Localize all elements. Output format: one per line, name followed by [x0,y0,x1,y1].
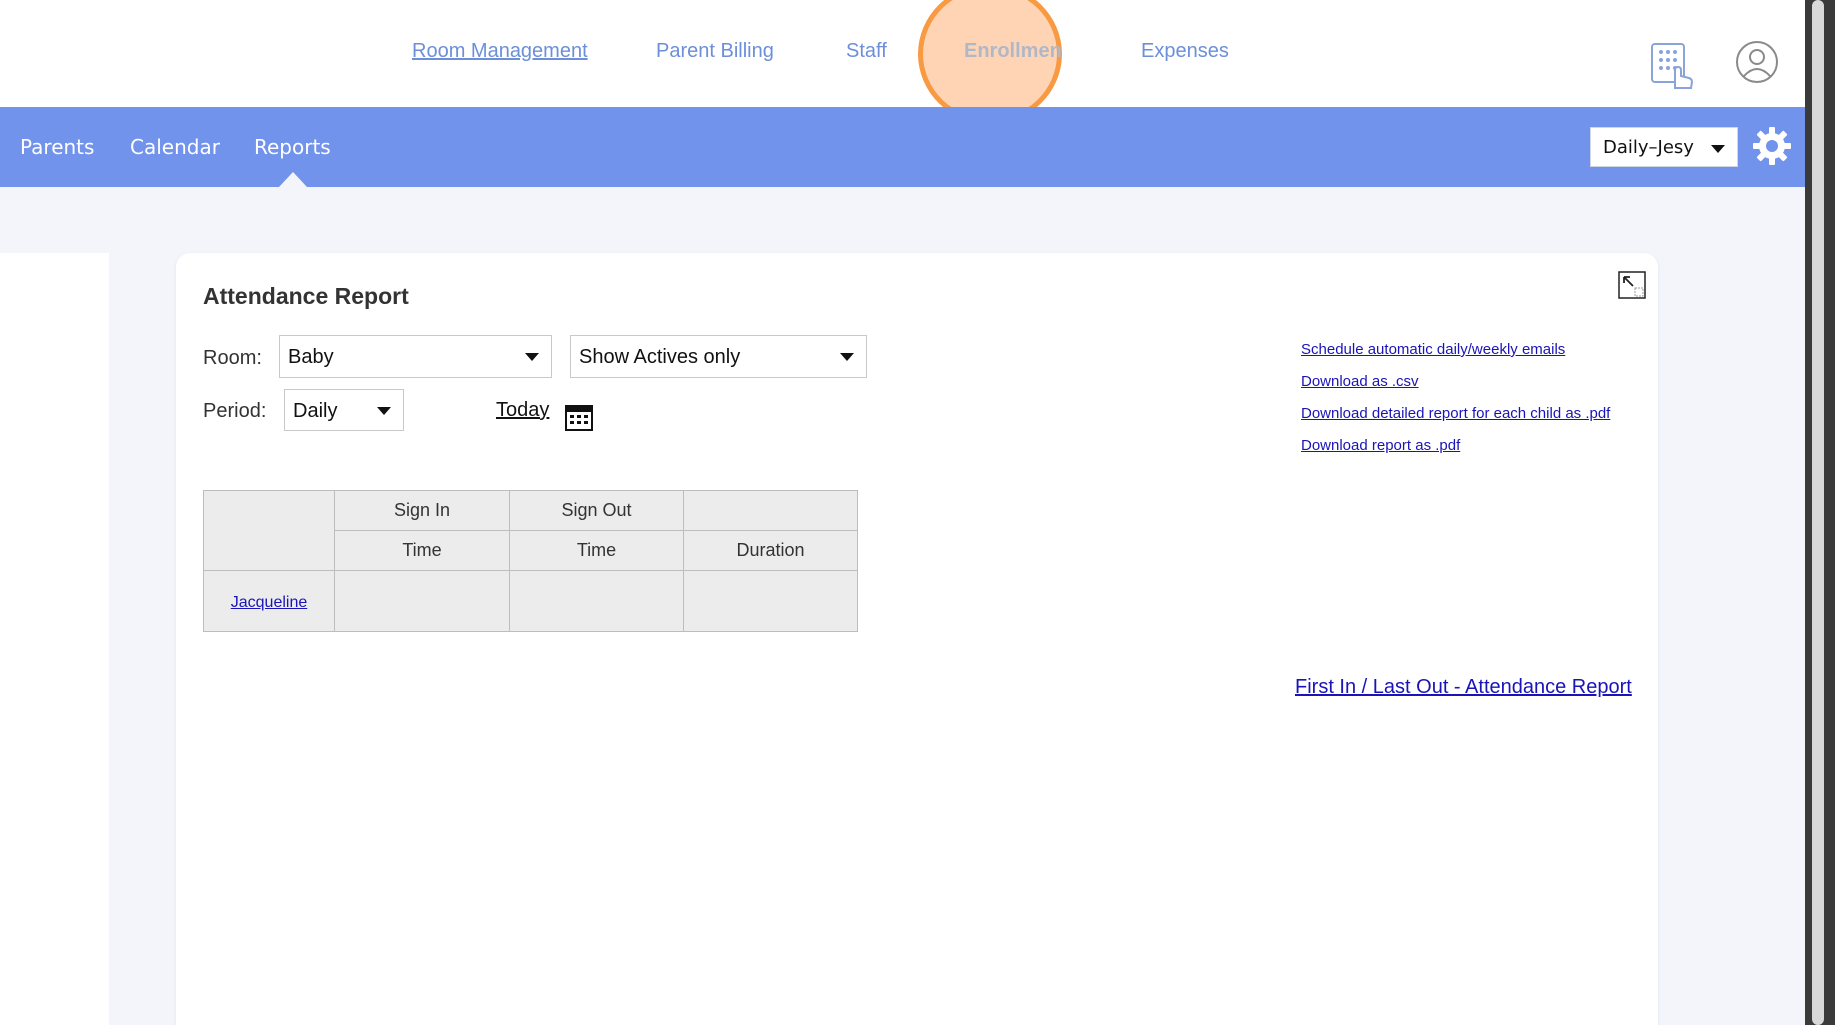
subnav-calendar[interactable]: Calendar [130,135,220,159]
nav-enrollment[interactable]: Enrollmen [964,40,1062,63]
download-csv-link[interactable]: Download as .csv [1301,373,1419,390]
chevron-down-icon [840,353,854,361]
status-filter-select[interactable]: Show Actives only [570,335,867,378]
child-name-link[interactable]: Jacqueline [231,594,308,611]
expand-icon[interactable] [1617,270,1647,300]
first-in-last-out-link[interactable]: First In / Last Out - Attendance Report [1295,676,1632,699]
kiosk-keypad-icon[interactable] [1651,42,1695,90]
room-label: Room: [203,347,262,369]
status-filter-value: Show Actives only [579,346,741,368]
download-report-pdf-link[interactable]: Download report as .pdf [1301,437,1460,454]
table-subheader-duration: Duration [683,530,858,571]
period-select[interactable]: Daily [284,389,404,431]
chevron-down-icon [377,407,391,415]
chevron-down-icon [1711,145,1725,153]
nav-expenses[interactable]: Expenses [1141,40,1229,63]
nav-staff[interactable]: Staff [846,40,887,63]
subnav-reports[interactable]: Reports [254,135,331,159]
room-select[interactable]: Baby [279,335,552,378]
center-select[interactable]: Daily–Jesy [1590,127,1738,167]
top-navigation: Room Management Parent Billing Staff Enr… [0,0,1805,124]
subnav-parents[interactable]: Parents [20,135,94,159]
schedule-emails-link[interactable]: Schedule automatic daily/weekly emails [1301,341,1565,358]
nav-parent-billing[interactable]: Parent Billing [656,40,774,63]
room-select-value: Baby [288,346,334,368]
center-select-value: Daily–Jesy [1603,137,1694,158]
user-icon[interactable] [1735,40,1779,84]
table-header-empty [203,490,335,571]
table-cell-sign-out [509,570,684,632]
scrollbar-thumb[interactable] [1812,0,1824,1025]
attendance-table: Sign In Sign Out Time Time Duration Jacq… [203,490,858,632]
nav-room-management[interactable]: Room Management [412,40,588,63]
table-cell-duration [683,570,858,632]
table-subheader-sign-in-time: Time [334,530,510,571]
table-header-blank [683,490,858,531]
active-tab-caret [279,172,307,187]
gear-icon[interactable] [1752,126,1792,166]
table-header-row: Sign In Sign Out [203,490,858,571]
period-select-value: Daily [293,400,338,422]
left-panel [0,253,109,1025]
table-cell-sign-in [334,570,510,632]
sub-navigation: Parents Calendar Reports [0,107,1805,187]
report-title: Attendance Report [203,283,409,309]
download-detailed-pdf-link[interactable]: Download detailed report for each child … [1301,405,1610,422]
table-header-sign-out: Sign Out [509,490,684,531]
period-label: Period: [203,400,267,422]
attendance-report-card: Attendance Report Room: Baby Show Active… [176,253,1658,1025]
today-link[interactable]: Today [496,399,549,422]
table-cell-name: Jacqueline [203,570,335,632]
calendar-icon[interactable] [565,403,593,431]
chevron-down-icon [525,353,539,361]
table-header-sign-in: Sign In [334,490,510,531]
table-row: Jacqueline [203,570,858,632]
table-subheader-sign-out-time: Time [509,530,684,571]
